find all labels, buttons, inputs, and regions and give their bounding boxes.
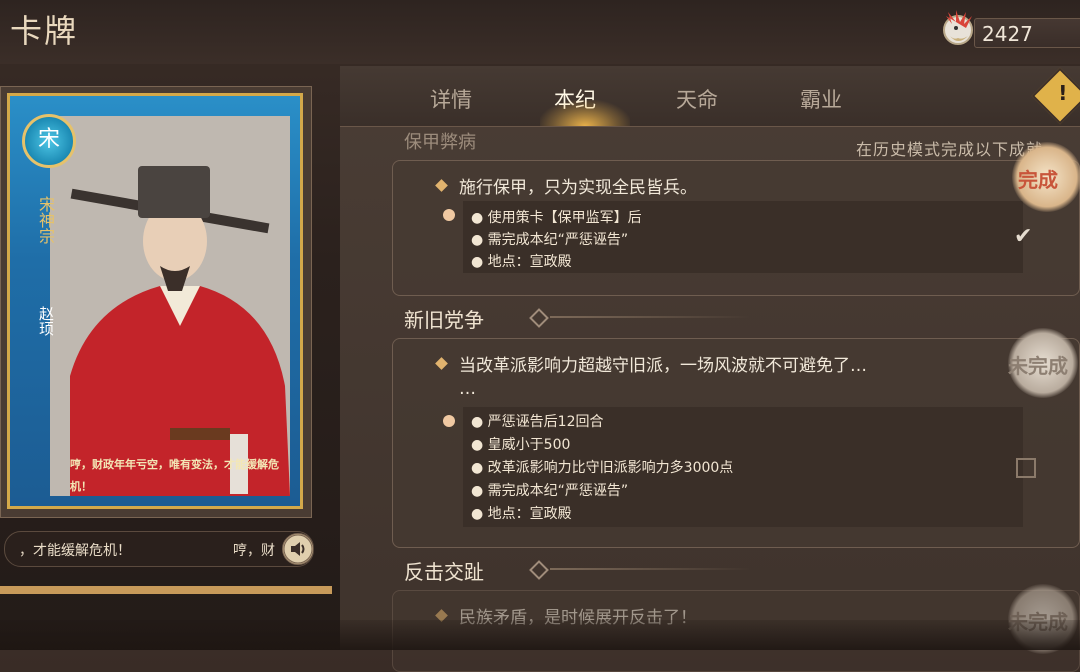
currency-display[interactable]: 2427 [938, 6, 1080, 50]
section-title: 新旧党争 [404, 308, 484, 332]
speaker-icon[interactable] [282, 533, 314, 565]
quest-title: 当改革派影响力超越守旧派，一场风波就不可避免了… [459, 356, 867, 376]
tab-bar: 详情 本纪 天命 霸业 [340, 66, 1080, 127]
quest-title: 施行保甲，只为实现全民皆兵。 [459, 178, 697, 198]
checkbox-unchecked[interactable] [1016, 458, 1036, 478]
condition-item: ● 需完成本纪“严惩诬告” [471, 232, 629, 248]
condition-item: ● 需完成本纪“严惩诬告” [471, 483, 629, 499]
incomplete-stamp: 未完成 [1008, 328, 1078, 398]
character-name: 赵顼 [37, 306, 55, 336]
quest-card[interactable]: 施行保甲，只为实现全民皆兵。 ● 使用策卡【保甲监军】后 ● 需完成本纪“严惩诬… [392, 160, 1080, 296]
quest-title-continued: … [459, 379, 476, 399]
diamond-icon [435, 357, 448, 370]
section-divider [550, 568, 750, 570]
character-portrait [50, 116, 290, 496]
faction-name: 宋神宗 [36, 196, 55, 244]
voice-line-text-right: 哼，财 [233, 543, 275, 559]
section-divider [550, 316, 750, 318]
voice-line-bar[interactable]: ，才能缓解危机！ 哼，财 [4, 531, 314, 567]
tab-details[interactable]: 详情 [430, 84, 472, 114]
checkbox-checked[interactable]: ✔ [1014, 224, 1032, 249]
condition-item: ● 严惩诬告后12回合 [471, 414, 604, 430]
currency-value: 2427 [982, 22, 1033, 46]
voice-progress-bar [0, 586, 332, 594]
tab-destiny[interactable]: 天命 [676, 84, 718, 114]
section-title-previous: 保甲弊病 [404, 132, 476, 153]
diamond-icon [435, 179, 448, 192]
quest-conditions: ● 使用策卡【保甲监军】后 ● 需完成本纪“严惩诬告” ● 地点：宣政殿 [463, 201, 1023, 273]
portrait-illustration [50, 116, 290, 496]
quest-card[interactable]: 当改革派影响力超越守旧派，一场风波就不可避免了… … ● 严惩诬告后12回合 ●… [392, 338, 1080, 548]
condition-item: ● 改革派影响力比守旧派影响力多3000点 [471, 460, 734, 476]
active-tab-indicator [540, 100, 630, 126]
top-bar: 卡牌 2427 [0, 0, 1080, 64]
character-card-frame: 宋 宋神宗 赵顼 哼，财政年年亏空，唯有变法，才能缓解危机！ [0, 86, 312, 518]
bullet-icon [443, 209, 455, 221]
achievement-hint: 在历史模式完成以下成就 [856, 140, 1044, 159]
character-card[interactable]: 宋 宋神宗 赵顼 哼，财政年年亏空，唯有变法，才能缓解危机！ [7, 93, 303, 509]
bullet-icon [443, 415, 455, 427]
condition-item: ● 地点：宣政殿 [471, 254, 572, 270]
section-title: 反击交趾 [404, 560, 484, 584]
faction-emblem: 宋 [22, 114, 76, 168]
card-quote: 哼，财政年年亏空，唯有变法，才能缓解危机！ [70, 458, 279, 493]
condition-item: ● 皇威小于500 [471, 437, 571, 453]
tab-hegemony[interactable]: 霸业 [800, 84, 842, 114]
condition-item: ● 使用策卡【保甲监军】后 [471, 210, 642, 226]
phoenix-icon [943, 10, 973, 45]
page-title: 卡牌 [10, 12, 79, 50]
condition-item: ● 地点：宣政殿 [471, 506, 572, 522]
alert-icon: ! [1058, 81, 1068, 106]
scroll-fade [0, 620, 1080, 650]
quest-conditions: ● 严惩诬告后12回合 ● 皇威小于500 ● 改革派影响力比守旧派影响力多30… [463, 407, 1023, 527]
completed-stamp: 完成 [1012, 142, 1080, 212]
voice-line-text: ，才能缓解危机！ [19, 543, 131, 559]
